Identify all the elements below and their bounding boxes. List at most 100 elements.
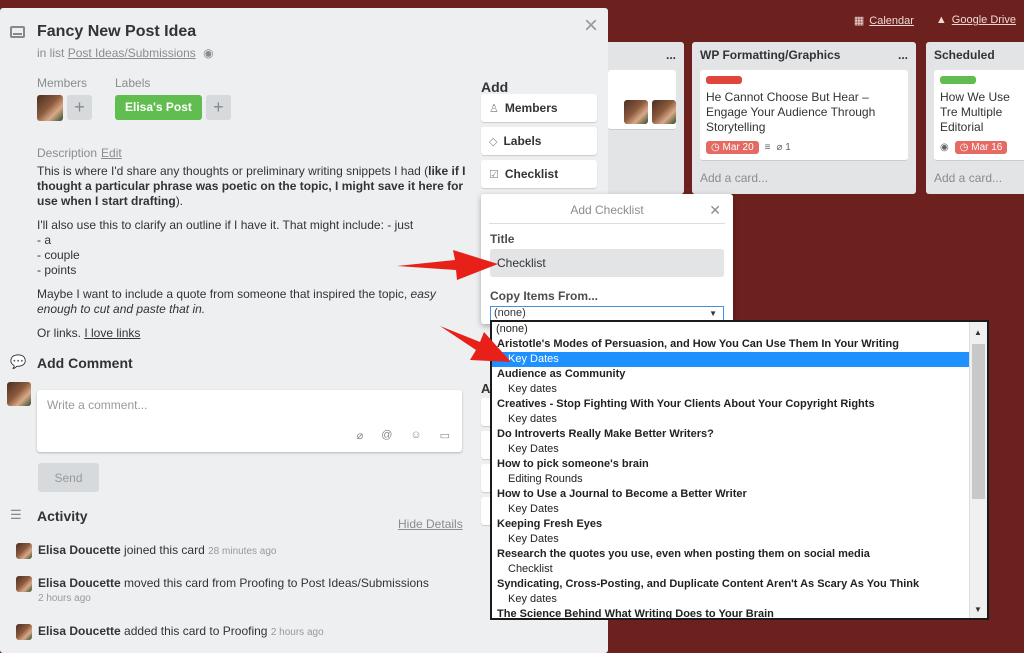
- activity-icon: ☰: [10, 507, 22, 522]
- list-menu-button[interactable]: ...: [898, 48, 908, 62]
- activity-item: Elisa Doucette added this card to Proofi…: [16, 624, 324, 640]
- scrollbar[interactable]: ▲ ▼: [969, 322, 987, 618]
- list-menu-button[interactable]: ...: [666, 48, 676, 62]
- comment-input[interactable]: Write a comment... ⌀ @ ☺ ▭: [37, 390, 462, 452]
- add-comment-heading: Add Comment: [37, 355, 133, 371]
- paperclip-icon: ⌀: [776, 142, 783, 153]
- person-icon: ♙: [489, 103, 499, 115]
- dropdown-option[interactable]: Key Dates: [492, 442, 971, 457]
- dropdown-group-label: Research the quotes you use, even when p…: [497, 548, 870, 560]
- list-link[interactable]: Post Ideas/Submissions: [68, 46, 196, 60]
- calendar-link[interactable]: ▦ Calendar: [854, 14, 914, 27]
- edit-description-link[interactable]: Edit: [101, 146, 122, 160]
- dropdown-option[interactable]: Editing Rounds: [492, 472, 971, 487]
- dropdown-group-label: Creatives - Stop Fighting With Your Clie…: [497, 398, 875, 410]
- avatar: [16, 576, 32, 592]
- annotation-arrow: [440, 326, 511, 362]
- dropdown-option[interactable]: Key Dates: [492, 502, 971, 517]
- labels-heading: Labels: [115, 76, 151, 90]
- list-card[interactable]: How We Use Tre Multiple Editorial ◉ ◷ Ma…: [934, 70, 1024, 161]
- dropdown-option[interactable]: Key Dates: [492, 532, 971, 547]
- add-card-link[interactable]: Add a card...: [700, 171, 908, 185]
- list-title[interactable]: WP Formatting/Graphics: [700, 48, 840, 62]
- eye-icon[interactable]: ◉: [203, 46, 213, 60]
- dropdown-group-label: Audience as Community: [497, 368, 626, 380]
- dropdown-option[interactable]: Key dates: [492, 382, 971, 397]
- description-heading: Description Edit: [37, 146, 122, 160]
- actions-heading-partial: A: [481, 381, 491, 396]
- scroll-up-icon[interactable]: ▲: [974, 328, 982, 337]
- emoji-icon[interactable]: ☺: [410, 429, 421, 442]
- title-label: Title: [490, 232, 515, 246]
- copy-items-label: Copy Items From...: [490, 289, 599, 303]
- dropdown-group-label: Do Introverts Really Make Better Writers…: [497, 428, 714, 440]
- members-row: +: [37, 95, 92, 121]
- members-button[interactable]: ♙ Members: [481, 94, 597, 122]
- card-list-info: in list Post Ideas/Submissions ◉: [37, 46, 214, 60]
- due-date-badge: ◷ Mar 20: [706, 141, 759, 154]
- dropdown-group-label: Keeping Fresh Eyes: [497, 518, 603, 530]
- avatar: [652, 100, 676, 124]
- labels-button[interactable]: ◇ Labels: [481, 127, 597, 155]
- add-heading: Add: [481, 79, 509, 95]
- list-partial: ...: [600, 42, 684, 194]
- board-header-links: ▦ Calendar ▲ Google Drive: [854, 14, 1016, 27]
- eye-icon: ◉: [940, 142, 949, 153]
- attachment-icon[interactable]: ⌀: [357, 429, 364, 442]
- activity-item: Elisa Doucette joined this card 28 minut…: [16, 543, 277, 559]
- list-card[interactable]: [608, 70, 676, 130]
- dropdown-option[interactable]: Key dates: [492, 412, 971, 427]
- close-icon[interactable]: ✕: [709, 202, 721, 219]
- send-button[interactable]: Send: [38, 463, 99, 492]
- avatar: [624, 100, 648, 124]
- list-card[interactable]: He Cannot Choose But Hear – Engage Your …: [700, 70, 908, 161]
- avatar: [16, 543, 32, 559]
- add-checklist-popover: Add Checklist ✕ Title Copy Items From...…: [481, 194, 733, 324]
- add-label-button[interactable]: +: [205, 95, 231, 120]
- card-title: He Cannot Choose But Hear – Engage Your …: [706, 90, 876, 134]
- dropdown-option[interactable]: (none): [492, 322, 971, 337]
- add-card-link[interactable]: Add a card...: [934, 171, 1024, 185]
- card-title[interactable]: Fancy New Post Idea: [37, 23, 196, 41]
- list-title[interactable]: Scheduled: [934, 48, 995, 62]
- annotation-arrow: [397, 250, 498, 280]
- dropdown-group-label: The Science Behind What Writing Does to …: [497, 608, 774, 620]
- dropdown-option[interactable]: Checklist: [492, 562, 971, 577]
- avatar[interactable]: [37, 95, 63, 121]
- avatar: [7, 382, 31, 406]
- tag-icon: ◇: [489, 136, 498, 148]
- dropdown-group-label: Aristotle's Modes of Persuasion, and How…: [497, 338, 899, 350]
- checkbox-icon: ☑: [489, 169, 499, 181]
- dropdown-group-label: Syndicating, Cross-Posting, and Duplicat…: [497, 578, 920, 590]
- popover-title: Add Checklist: [489, 194, 725, 224]
- google-drive-link[interactable]: ▲ Google Drive: [936, 14, 1016, 27]
- scrollbar-thumb[interactable]: [972, 344, 985, 499]
- due-date-badge: ◷ Mar 16: [954, 141, 1008, 154]
- checklist-title-input[interactable]: [490, 249, 724, 277]
- hide-details-link[interactable]: Hide Details: [398, 517, 463, 531]
- description-link[interactable]: I love links: [84, 326, 140, 340]
- attachment-badge: ⌀ 1: [776, 142, 791, 153]
- google-drive-icon: ▲: [935, 14, 947, 26]
- add-member-button[interactable]: +: [67, 95, 92, 120]
- mention-icon[interactable]: @: [381, 429, 392, 442]
- dropdown-option[interactable]: Key dates: [492, 592, 971, 607]
- members-heading: Members: [37, 76, 88, 90]
- list-scheduled: Scheduled How We Use Tre Multiple Editor…: [926, 42, 1024, 194]
- dropdown-option[interactable]: Key Dates: [492, 352, 971, 367]
- card-title: How We Use Tre Multiple Editorial: [940, 90, 1010, 134]
- dropdown-group-label: How to pick someone's brain: [497, 458, 649, 470]
- scroll-down-icon[interactable]: ▼: [974, 605, 982, 614]
- close-icon[interactable]: ×: [584, 12, 598, 40]
- checklist-button[interactable]: ☑ Checklist: [481, 160, 597, 188]
- comment-placeholder: Write a comment...: [47, 398, 148, 412]
- copy-items-dropdown[interactable]: (none) Aristotle's Modes of Persuasion, a…: [490, 320, 989, 620]
- card-link-icon[interactable]: ▭: [440, 429, 450, 442]
- card-label: [706, 76, 742, 84]
- label-chip[interactable]: Elisa's Post: [115, 95, 202, 120]
- dropdown-group-label: How to Use a Journal to Become a Better …: [497, 488, 747, 500]
- copy-items-select[interactable]: (none) ▼: [490, 306, 724, 321]
- dropdown-options: (none) Aristotle's Modes of Persuasion, a…: [492, 322, 971, 620]
- chevron-down-icon: ▼: [709, 309, 717, 318]
- card-icon: [10, 26, 25, 38]
